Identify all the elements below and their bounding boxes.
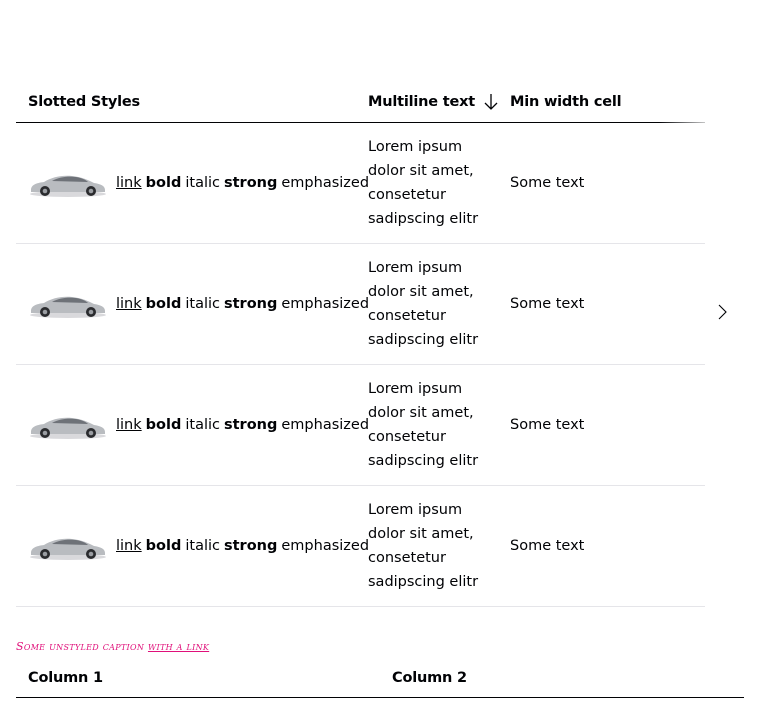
slotted-strong: strong [224, 417, 278, 433]
slotted-emphasized: emphasized [281, 175, 370, 191]
min-width-cell: Some text [510, 175, 585, 191]
scroll-right-button[interactable] [712, 302, 732, 322]
car-image [30, 175, 106, 197]
slotted-link[interactable]: link [116, 175, 142, 191]
table-row: link bold italic strong emphasized Lorem… [16, 123, 705, 244]
header-slotted-styles: Slotted Styles [28, 94, 140, 110]
header-column-1: Column 1 [28, 669, 103, 686]
slotted-italic: italic [185, 175, 220, 191]
table-head: Slotted Styles Multiline text Min width … [16, 82, 719, 123]
slotted-cell: link bold italic strong emphasized [28, 244, 369, 364]
header-column-2: Column 2 [392, 669, 467, 686]
car-image [30, 296, 106, 318]
slotted-italic: italic [185, 417, 220, 433]
slotted-italic: italic [185, 538, 220, 554]
slotted-italic: italic [185, 296, 220, 312]
min-width-cell: Some text [510, 417, 585, 433]
header-multiline-text[interactable]: Multiline text [368, 82, 499, 122]
slotted-link[interactable]: link [116, 417, 142, 433]
slotted-bold: bold [145, 417, 182, 433]
table-body: link bold italic strong emphasized Lorem… [16, 123, 705, 607]
table-row: link bold italic strong emphasized Lorem… [16, 486, 705, 607]
slotted-strong: strong [224, 538, 278, 554]
table-caption: Some unstyled caption with a link [16, 640, 210, 653]
slotted-emphasized: emphasized [281, 296, 370, 312]
slotted-bold: bold [145, 538, 182, 554]
slotted-cell: link bold italic strong emphasized [28, 123, 369, 243]
slotted-strong: strong [224, 175, 278, 191]
slotted-bold: bold [145, 296, 182, 312]
table-row: link bold italic strong emphasized Lorem… [16, 365, 705, 486]
multiline-cell: Lorem ipsum dolor sit amet, consetetur s… [368, 139, 479, 227]
multiline-cell: Lorem ipsum dolor sit amet, consetetur s… [368, 502, 479, 590]
table: Slotted Styles Multiline text Min width … [16, 82, 744, 608]
min-width-cell: Some text [510, 538, 585, 554]
table-row: link bold italic strong emphasized Lorem… [16, 244, 705, 365]
header-min-width-cell: Min width cell [510, 94, 622, 110]
multiline-cell: Lorem ipsum dolor sit amet, consetetur s… [368, 381, 479, 469]
chevron-right-icon [718, 304, 727, 320]
min-width-cell: Some text [510, 296, 585, 312]
multiline-cell: Lorem ipsum dolor sit amet, consetetur s… [368, 260, 479, 348]
car-image [30, 417, 106, 439]
slotted-bold: bold [145, 175, 182, 191]
slotted-emphasized: emphasized [281, 417, 370, 433]
slotted-cell: link bold italic strong emphasized [28, 365, 369, 485]
slotted-link[interactable]: link [116, 296, 142, 312]
second-table-head: Column 1 Column 2 [16, 658, 744, 698]
caption-link[interactable]: with a link [148, 640, 209, 653]
table-scroll-area[interactable]: Slotted Styles Multiline text Min width … [16, 82, 719, 607]
arrow-down-icon [484, 94, 498, 110]
car-image [30, 538, 106, 560]
slotted-link[interactable]: link [116, 538, 142, 554]
slotted-cell: link bold italic strong emphasized [28, 486, 369, 606]
slotted-emphasized: emphasized [281, 538, 370, 554]
slotted-strong: strong [224, 296, 278, 312]
